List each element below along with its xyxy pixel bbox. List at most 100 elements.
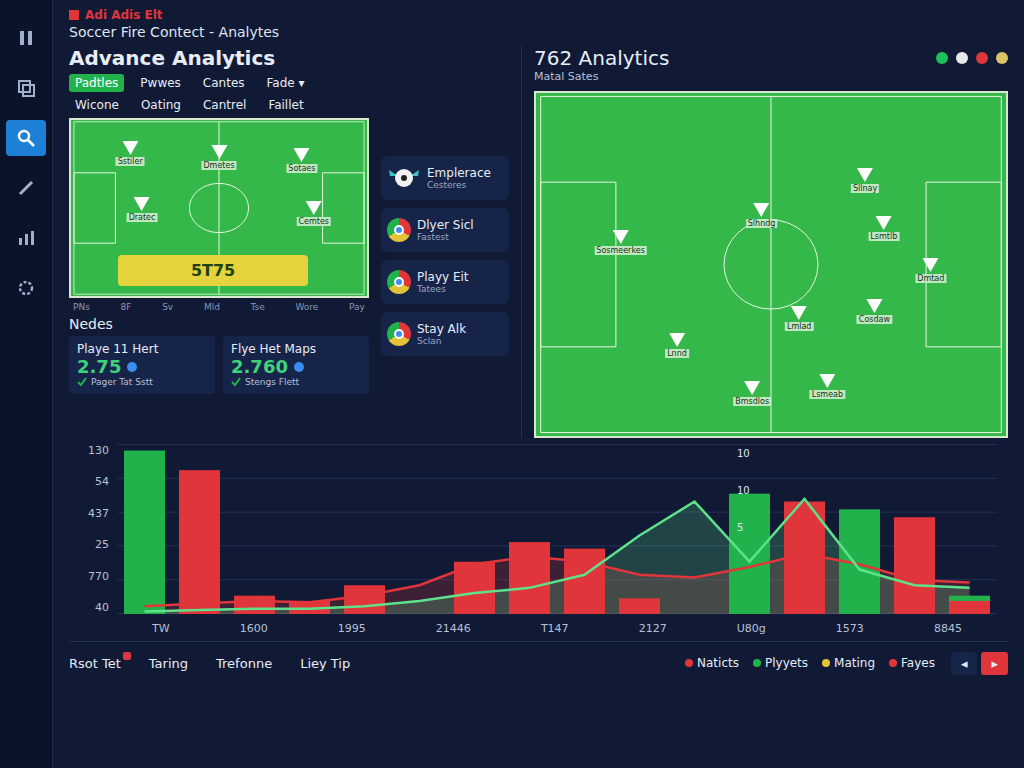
chart-bar[interactable] xyxy=(729,494,770,614)
tab[interactable]: Padtles xyxy=(69,74,124,92)
window-title: Soccer Fire Contect - Analytes xyxy=(69,24,1008,40)
sidebar-item[interactable] xyxy=(6,20,46,56)
x-tick: U80g xyxy=(737,622,766,635)
check-icon xyxy=(231,377,241,387)
chart-bar[interactable] xyxy=(344,585,385,614)
stat-card[interactable]: Flye Het Maps 2.760 Stengs Flett xyxy=(223,336,369,394)
screen: Adi Adis Elt Soccer Fire Contect - Analy… xyxy=(0,0,1024,768)
player-marker[interactable]: Sllnay xyxy=(851,168,879,193)
notification-badge xyxy=(123,652,131,660)
app-card[interactable]: Playy Eit Tatees xyxy=(381,260,509,304)
player-marker[interactable]: Cosdaw xyxy=(857,299,892,324)
chart-bar[interactable] xyxy=(179,470,220,614)
status-dot[interactable] xyxy=(956,52,968,64)
player-marker[interactable]: Lsmtlb xyxy=(868,216,899,241)
app-card[interactable]: Dlyer Sicl Fastest xyxy=(381,208,509,252)
app-badge: Adi Adis Elt xyxy=(85,8,163,22)
player-marker[interactable]: Slhndg xyxy=(746,203,778,228)
marker-icon xyxy=(613,230,629,244)
sidebar-item[interactable] xyxy=(6,270,46,306)
stat-card[interactable]: Playe 11 Hert 2.75 Pager Tat Sstt xyxy=(69,336,215,394)
marker-icon xyxy=(744,381,760,395)
player-marker[interactable]: Lsmeab xyxy=(810,374,845,399)
sidebar-item[interactable] xyxy=(6,120,46,156)
overlay-tick: 10 xyxy=(737,448,750,459)
grid-line xyxy=(117,478,997,479)
y-tick: 130 xyxy=(69,444,109,457)
marker-icon xyxy=(669,333,685,347)
marker-icon xyxy=(923,258,939,272)
marker-icon xyxy=(857,168,873,182)
player-marker[interactable]: Sotaes xyxy=(286,148,317,173)
axis-label: Pay xyxy=(349,302,365,312)
player-marker[interactable]: Dratec xyxy=(127,197,158,222)
axis-label: Tse xyxy=(251,302,265,312)
chart-bar[interactable] xyxy=(234,596,275,614)
player-marker[interactable]: Bmsdlos xyxy=(733,381,771,406)
overlay-tick: 10 xyxy=(737,485,750,496)
status-dot[interactable] xyxy=(976,52,988,64)
chart-bar[interactable] xyxy=(509,542,550,614)
axis-label: Sv xyxy=(162,302,173,312)
tab[interactable]: Wicone xyxy=(69,96,125,114)
tab[interactable]: Pwwes xyxy=(134,74,187,92)
x-tick: 1995 xyxy=(338,622,366,635)
footer-item[interactable]: Trefonne xyxy=(216,656,282,671)
next-button[interactable]: ▸ xyxy=(981,652,1008,675)
chart-icon xyxy=(15,227,37,249)
sidebar xyxy=(0,0,53,768)
overlay-axis: 10105 xyxy=(737,448,750,533)
panel-title: Advance Analytics xyxy=(69,46,369,70)
chart-bar[interactable] xyxy=(894,517,935,614)
sidebar-item[interactable] xyxy=(6,170,46,206)
player-marker[interactable]: Lmlad xyxy=(785,306,813,331)
sidebar-item[interactable] xyxy=(6,70,46,106)
chart-bar[interactable] xyxy=(124,451,165,614)
info-icon xyxy=(127,362,137,372)
tab[interactable]: Fade ▾ xyxy=(261,74,311,92)
app-card[interactable]: Stay Alk Sclan xyxy=(381,312,509,356)
x-tick: 1600 xyxy=(240,622,268,635)
x-tick: 8845 xyxy=(934,622,962,635)
marker-icon xyxy=(306,201,322,215)
player-marker[interactable]: Sosmeerkes xyxy=(594,230,647,255)
chart-bar[interactable] xyxy=(564,549,605,614)
tabs: Padtles Pwwes Cantes Fade ▾ Wicone Oating Cant… xyxy=(69,74,369,114)
x-tick: 1573 xyxy=(836,622,864,635)
player-marker[interactable]: Lnnd xyxy=(665,333,689,358)
player-marker[interactable]: Sstiler xyxy=(116,141,145,166)
prev-button[interactable]: ◂ xyxy=(951,652,978,675)
chart-bar[interactable] xyxy=(949,596,990,614)
marker-icon xyxy=(294,148,310,162)
player-marker[interactable]: Cemtes xyxy=(296,201,331,226)
y-tick: 40 xyxy=(69,601,109,614)
y-tick: 770 xyxy=(69,570,109,583)
tab[interactable]: Cantrel xyxy=(197,96,252,114)
marker-icon xyxy=(754,203,770,217)
legend-item: Mating xyxy=(822,656,875,670)
chart-bar[interactable] xyxy=(619,598,660,614)
chart-line xyxy=(145,499,970,611)
chart: 130544372577040 10105 TW1600199521446T14… xyxy=(69,444,1008,635)
player-marker[interactable]: Dmetes xyxy=(201,145,236,170)
footer-item[interactable]: Taring xyxy=(149,656,198,671)
app-card[interactable]: Emplerace Cesteres xyxy=(381,156,509,200)
footer-item[interactable]: Rsot Tet xyxy=(69,656,131,671)
pitch-axis: PNs8FSvMldTseWorePay xyxy=(69,302,369,312)
chart-bar[interactable] xyxy=(949,601,990,614)
sidebar-item[interactable] xyxy=(6,220,46,256)
panel-title: 762 Analytics xyxy=(534,46,669,70)
top-section: Advance Analytics Padtles Pwwes Cantes Fade… xyxy=(69,46,1008,438)
status-dot[interactable] xyxy=(936,52,948,64)
axis-label: PNs xyxy=(73,302,90,312)
status-dot[interactable] xyxy=(996,52,1008,64)
pitch: Sstiler Dmetes Sotaes Dratec Cemtes 5T75 xyxy=(69,118,369,298)
axis-label: Mld xyxy=(204,302,220,312)
player-marker[interactable]: Dmtad xyxy=(915,258,946,283)
tab[interactable]: Faillet xyxy=(262,96,309,114)
tab[interactable]: Cantes xyxy=(197,74,251,92)
left-panel: Advance Analytics Padtles Pwwes Cantes Fade… xyxy=(69,46,369,438)
footer-item[interactable]: Liey Tip xyxy=(300,656,360,671)
pause-icon xyxy=(15,27,37,49)
tab[interactable]: Oating xyxy=(135,96,187,114)
